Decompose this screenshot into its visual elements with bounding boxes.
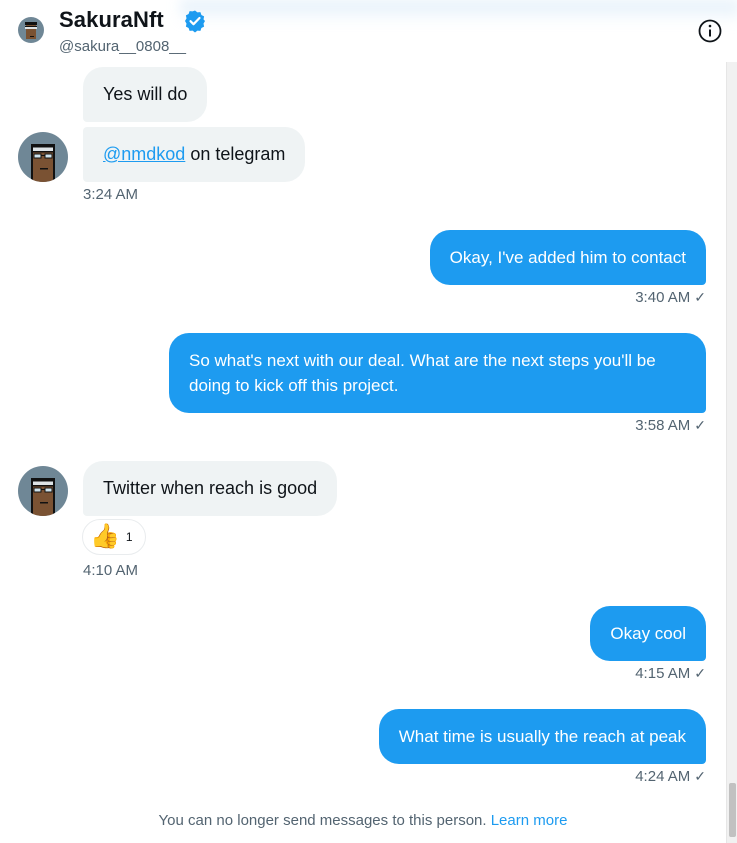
message-bubble-incoming[interactable]: Yes will do <box>83 67 208 122</box>
mention-link[interactable]: @nmdkod <box>103 144 185 164</box>
reaction-count: 1 <box>125 530 133 544</box>
message-text: Okay, I've added him to contact <box>449 248 686 267</box>
message-timestamp: 3:24 AM <box>83 186 139 203</box>
message-text: Yes will do <box>103 84 188 104</box>
sender-avatar[interactable] <box>18 466 68 516</box>
scrollbar-thumb[interactable] <box>729 783 736 837</box>
header-background-glow <box>180 0 737 24</box>
timestamp-text: 4:24 AM <box>635 768 691 785</box>
message-timestamp: 4:15 AM ✓ <box>635 665 706 682</box>
message-text: So what's next with our deal. What are t… <box>189 351 656 395</box>
message-bubble-incoming[interactable]: Twitter when reach is good <box>83 461 338 516</box>
message-bubble-outgoing[interactable]: So what's next with our deal. What are t… <box>169 333 706 413</box>
timestamp-text: 3:40 AM <box>635 289 691 306</box>
timestamp-text: 4:15 AM <box>635 665 691 682</box>
message-text: What time is usually the reach at peak <box>398 727 686 746</box>
message-timestamp: 4:10 AM <box>83 562 139 579</box>
message-bubble-outgoing[interactable]: Okay, I've added him to contact <box>429 230 706 285</box>
message-timestamp: 3:58 AM ✓ <box>635 417 706 434</box>
conversation-header: SakuraNft @sakura__0808__ <box>0 0 737 60</box>
info-icon[interactable] <box>697 18 723 44</box>
checkmark-icon: ✓ <box>694 768 706 784</box>
verified-badge-icon <box>183 9 207 33</box>
message-scrollbar[interactable] <box>726 62 737 843</box>
checkmark-icon: ✓ <box>694 417 706 433</box>
message-bubble-outgoing[interactable]: What time is usually the reach at peak <box>378 709 706 764</box>
messaging-disabled-notice: You can no longer send messages to this … <box>0 812 726 829</box>
display-name[interactable]: SakuraNft <box>59 7 164 33</box>
message-text: Okay cool <box>610 624 686 643</box>
message-timestamp: 4:24 AM ✓ <box>635 768 706 785</box>
learn-more-link[interactable]: Learn more <box>491 812 568 829</box>
checkmark-icon: ✓ <box>694 289 706 305</box>
header-avatar[interactable] <box>18 17 44 43</box>
message-text: Twitter when reach is good <box>103 478 318 498</box>
message-bubble-incoming[interactable]: @nmdkod on telegram <box>83 127 306 182</box>
sender-avatar[interactable] <box>18 132 68 182</box>
thumbs-up-emoji-icon: 👍 <box>90 523 120 550</box>
checkmark-icon: ✓ <box>694 665 706 681</box>
timestamp-text: 3:58 AM <box>635 417 691 434</box>
message-timestamp: 3:40 AM ✓ <box>635 289 706 306</box>
user-handle[interactable]: @sakura__0808__ <box>59 38 186 55</box>
notice-text: You can no longer send messages to this … <box>158 812 487 829</box>
message-bubble-outgoing[interactable]: Okay cool <box>590 606 706 661</box>
reaction-pill[interactable]: 👍 1 <box>82 519 146 555</box>
message-text: on telegram <box>185 144 286 164</box>
